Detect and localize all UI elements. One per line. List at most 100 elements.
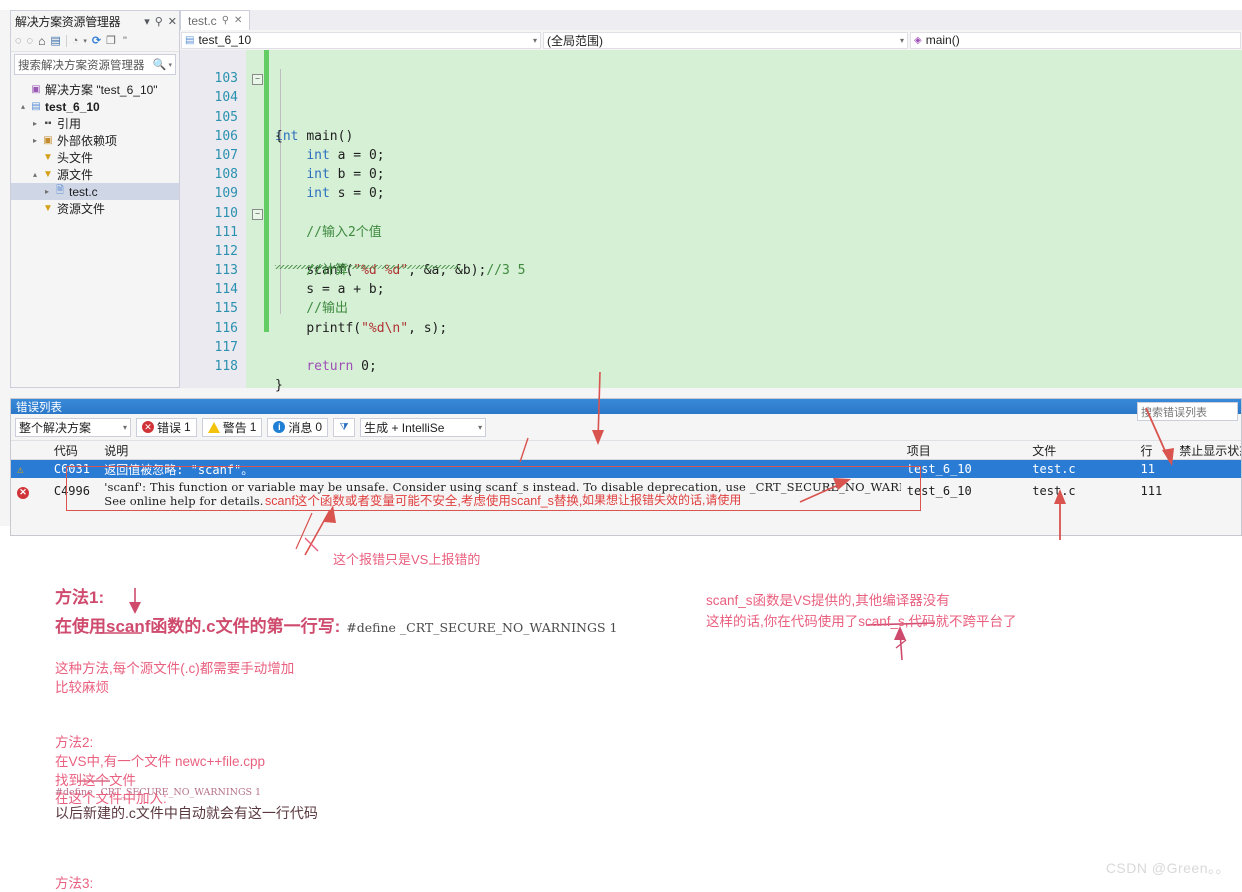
- pin-icon[interactable]: ⚲: [155, 15, 163, 28]
- back-icon[interactable]: ◌: [15, 35, 22, 47]
- row-line-cell: 111: [1140, 484, 1163, 498]
- chevron-down-icon[interactable]: ▾: [83, 38, 87, 45]
- highlight-box-c4996: [66, 466, 921, 511]
- fold-toggle-icon[interactable]: −: [252, 208, 263, 220]
- close-icon[interactable]: ✕: [234, 15, 242, 26]
- column-header-project[interactable]: 项目: [901, 442, 1027, 459]
- errors-toggle-button[interactable]: ✕ 错误 1: [136, 417, 197, 437]
- annotation-method1-note2: 比较麻烦: [55, 680, 109, 695]
- row-severity-cell: ⚠: [11, 462, 48, 476]
- code-pane[interactable]: 103 104 − int main() 105 { 106 int a = 0…: [180, 50, 1242, 393]
- toolbar-separator: [65, 35, 67, 47]
- code-line: 116: [180, 299, 1242, 336]
- warnings-count: 1: [249, 420, 257, 434]
- tree-item-label: 资源文件: [57, 202, 106, 216]
- tree-item-solution[interactable]: ▣ 解决方案 "test_6_10": [11, 81, 179, 98]
- twisty-icon[interactable]: ▸: [29, 119, 41, 128]
- search-icon[interactable]: 🔍: [153, 58, 167, 71]
- tree-item-resource-files[interactable]: ▼ 资源文件: [11, 200, 179, 217]
- messages-toggle-button[interactable]: i 消息 0: [267, 417, 329, 437]
- tree-item-source-files[interactable]: ▴ ▼ 源文件: [11, 166, 179, 183]
- line-number: 118: [214, 359, 238, 375]
- annotation-method2-line1: 在VS中,有一个文件 newc++file.cpp: [55, 754, 266, 769]
- chevron-down-icon[interactable]: ▾: [166, 61, 172, 69]
- folder-icon: ▼: [43, 169, 53, 180]
- error-list-column-headers: 代码 说明 项目 文件 行 禁止显示状态: [11, 440, 1241, 460]
- folder-icon: ▼: [43, 203, 53, 214]
- warning-icon: [207, 421, 220, 433]
- show-all-files-icon[interactable]: ▤: [50, 35, 60, 47]
- chevron-down-icon[interactable]: ▾: [470, 423, 482, 432]
- warning-icon: ⚠: [17, 463, 24, 476]
- error-list-toolbar: 整个解决方案 ▾ ✕ 错误 1 警告 1 i 消息 0 ⧩ 生成 + Intel…: [11, 402, 1241, 440]
- chevron-down-icon[interactable]: ▾: [115, 423, 127, 432]
- close-icon[interactable]: ✕: [168, 15, 177, 28]
- column-header-file[interactable]: 文件: [1026, 442, 1134, 459]
- watermark: CSDN @Green。。: [1105, 860, 1230, 876]
- tab-testc[interactable]: test.c ⚲ ✕: [180, 10, 251, 30]
- method-icon: ◈: [914, 34, 922, 46]
- annotation-method1-line: 在使用scanf函数的.c文件的第一行写: #define _CRT_SECUR…: [55, 612, 617, 637]
- chevron-down-icon[interactable]: ▾: [144, 15, 150, 28]
- search-placeholder-text: 搜索解决方案资源管理器: [18, 59, 145, 72]
- refresh-icon[interactable]: ⟳: [92, 35, 101, 47]
- warnings-toggle-button[interactable]: 警告 1: [201, 417, 263, 437]
- solution-explorer-toolbar: ◌ ◌ ⌂ ▤ ◔ ▾ ⟳ ❐ ": [11, 31, 179, 52]
- tab-label: test.c: [188, 13, 217, 28]
- code-line: 103: [180, 50, 1242, 86]
- project-icon: ▤: [31, 101, 41, 112]
- twisty-icon[interactable]: ▴: [29, 170, 41, 179]
- row-severity-cell: ✕: [11, 478, 48, 499]
- column-header-description[interactable]: 说明: [98, 442, 901, 459]
- tree-item-header-files[interactable]: ▼ 头文件: [11, 149, 179, 166]
- tree-item-references[interactable]: ▸ ▪▪ 引用: [11, 115, 179, 132]
- properties-icon[interactable]: ❐: [106, 35, 116, 47]
- chevron-down-icon[interactable]: ▾: [527, 36, 537, 45]
- column-header-code[interactable]: 代码: [48, 442, 98, 459]
- tree-item-label: test.c: [69, 184, 98, 199]
- pin-icon[interactable]: ⚲: [222, 15, 229, 26]
- navbar-scope-dropdown[interactable]: (全局范围) ▾: [543, 31, 908, 49]
- overflow-icon[interactable]: ": [123, 35, 127, 47]
- navbar-member-label: main(): [925, 33, 960, 47]
- navbar-member-dropdown[interactable]: ◈ main(): [910, 31, 1241, 49]
- twisty-icon[interactable]: ▸: [29, 136, 41, 145]
- view-icon[interactable]: ◔: [72, 35, 79, 47]
- row-line-cell: 11: [1140, 462, 1155, 476]
- navbar-scope-label: (全局范围): [547, 33, 603, 48]
- twisty-icon[interactable]: ▴: [17, 102, 29, 111]
- errors-label: 错误: [157, 420, 182, 435]
- filter-icon[interactable]: ⧩: [333, 417, 356, 437]
- annotation-method1-code: #define _CRT_SECURE_NO_WARNINGS 1: [346, 620, 618, 635]
- fold-toggle-icon[interactable]: −: [252, 74, 263, 86]
- code-line: 117 return 0;: [180, 319, 1242, 374]
- tree-item-label: 解决方案 "test_6_10": [45, 83, 158, 97]
- tree-item-project[interactable]: ▴ ▤ test_6_10: [11, 98, 179, 115]
- build-filter-dropdown[interactable]: 生成 + IntelliSe ▾: [360, 417, 487, 437]
- search-input[interactable]: 搜索解决方案资源管理器 🔍 ▾: [14, 54, 176, 75]
- error-list-title: 错误列表: [11, 399, 1241, 414]
- error-icon: ✕: [17, 486, 29, 499]
- column-header-suppression[interactable]: 禁止显示状态: [1173, 442, 1241, 459]
- home-icon[interactable]: ⌂: [38, 35, 45, 47]
- forward-icon[interactable]: ◌: [27, 35, 34, 47]
- messages-count: 0: [315, 420, 323, 434]
- column-header-line[interactable]: 行: [1135, 442, 1174, 459]
- tree-item-testc[interactable]: ▸ 🗎 test.c: [11, 183, 179, 200]
- chevron-down-icon[interactable]: ▾: [894, 36, 904, 45]
- tree-item-label: 外部依赖项: [57, 134, 118, 148]
- tree-item-external-dependencies[interactable]: ▸ ▣ 外部依赖项: [11, 132, 179, 149]
- code-line: 111 − scanf("%d %d", &a, &b);//3 5: [180, 204, 1242, 278]
- annotation-method2-line2: 找到这个文件: [55, 773, 136, 788]
- scope-filter-dropdown[interactable]: 整个解决方案 ▾: [15, 417, 131, 437]
- warnings-label: 警告: [222, 420, 247, 435]
- code-line: 105 {: [180, 88, 1242, 144]
- code-line: 107 int b = 0;: [180, 127, 1242, 182]
- navbar-type-dropdown[interactable]: ▤ test_6_10 ▾: [181, 31, 541, 49]
- solution-explorer-header: 解决方案资源管理器 ▾ ⚲ ✕: [11, 11, 179, 31]
- errors-count: 1: [184, 420, 191, 434]
- editor-tab-strip: test.c ⚲ ✕: [180, 10, 1242, 30]
- error-list-search-input[interactable]: 搜索错误列表: [1137, 402, 1238, 421]
- twisty-icon[interactable]: ▸: [41, 187, 53, 196]
- code-line: 108 int s = 0;: [180, 146, 1242, 201]
